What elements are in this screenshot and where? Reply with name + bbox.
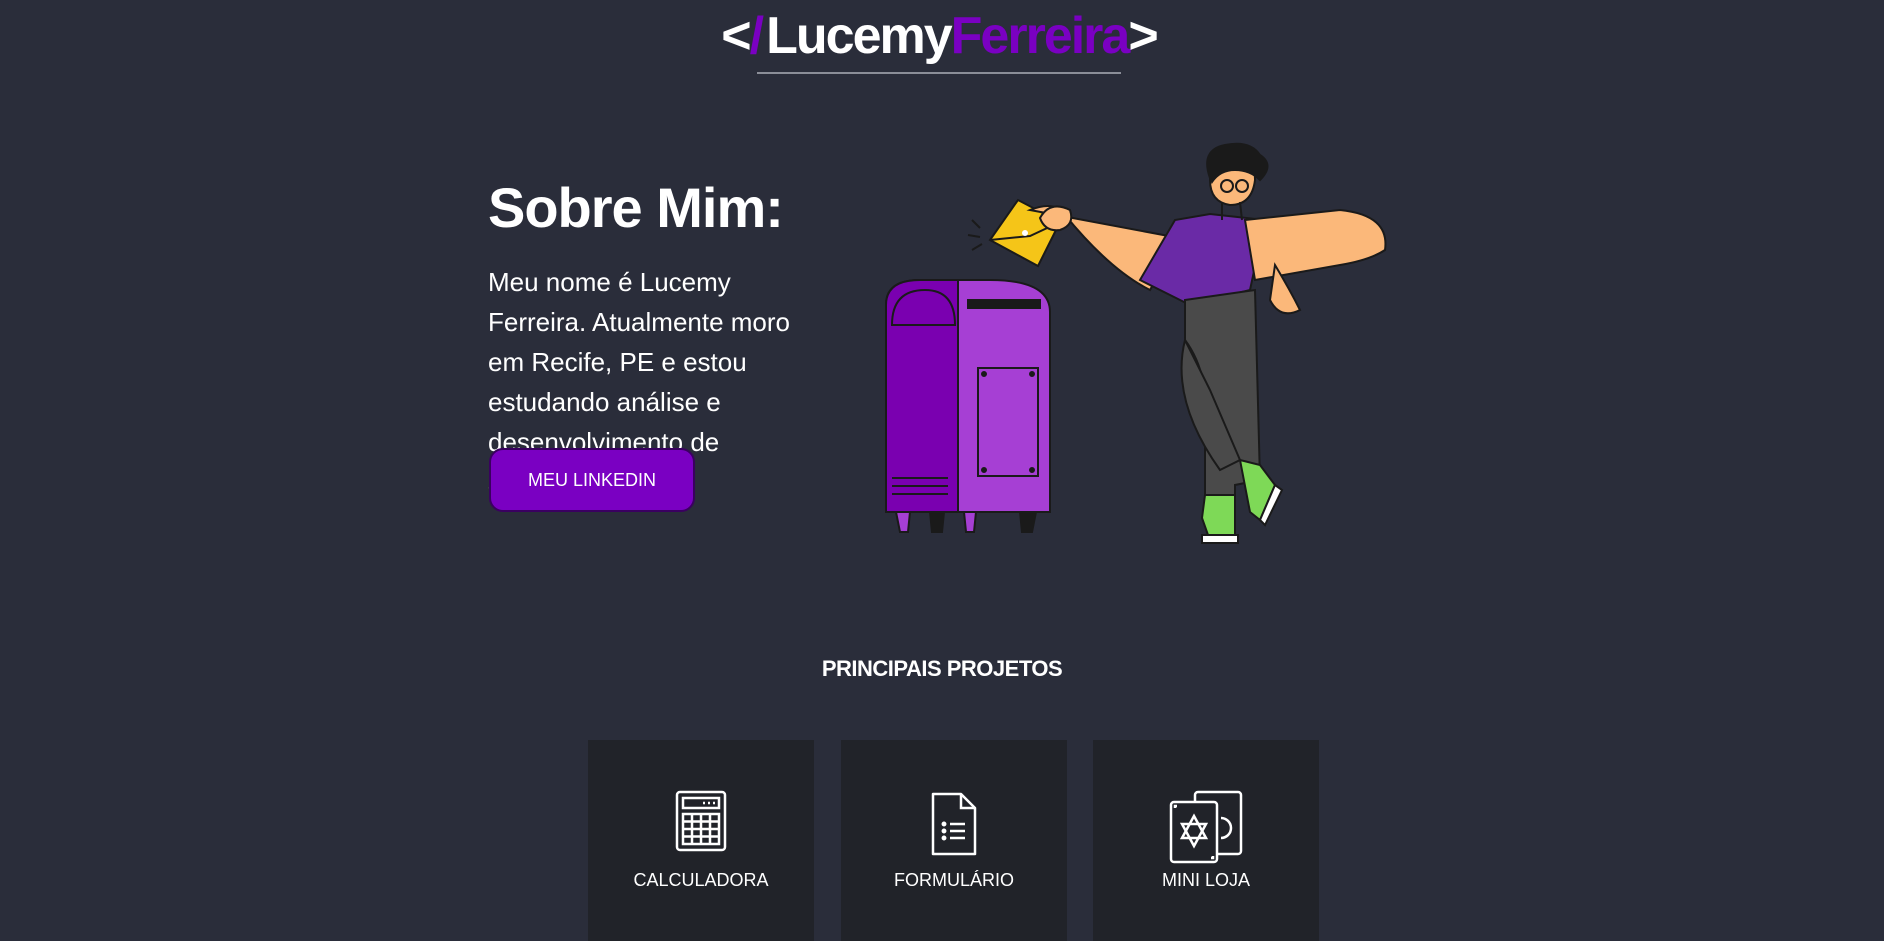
mailbox-illustration xyxy=(885,142,1387,544)
cards-icon xyxy=(1093,790,1319,864)
logo-slash: / xyxy=(749,7,765,65)
about-title: Sobre Mim: xyxy=(488,176,784,239)
logo-open-bracket: < xyxy=(721,7,751,65)
linkedin-button[interactable]: MEU LINKEDIN xyxy=(489,448,695,512)
person-graphic xyxy=(1026,142,1387,544)
header-divider xyxy=(757,72,1121,74)
project-card-formulario[interactable]: FORMULÁRIO xyxy=(841,740,1067,941)
mailbox-graphic xyxy=(885,279,1051,533)
header: < / Lucemy Ferreira > xyxy=(0,0,1884,80)
logo-last-name: Ferreira xyxy=(950,7,1131,65)
site-logo[interactable]: < / Lucemy Ferreira > xyxy=(721,6,1158,66)
document-icon xyxy=(841,790,1067,862)
project-card-label: FORMULÁRIO xyxy=(893,870,1014,890)
project-card-calculadora[interactable]: CALCULADORA xyxy=(588,740,814,941)
projects-section-title: PRINCIPAIS PROJETOS xyxy=(821,656,1063,681)
logo-close-bracket: > xyxy=(1128,7,1158,65)
calculator-icon xyxy=(588,790,814,862)
project-card-label: MINI LOJA xyxy=(1161,870,1250,890)
logo-first-name: Lucemy xyxy=(766,7,953,65)
project-card-mini-loja[interactable]: MINI LOJA xyxy=(1093,740,1319,941)
project-card-label: CALCULADORA xyxy=(633,870,769,890)
